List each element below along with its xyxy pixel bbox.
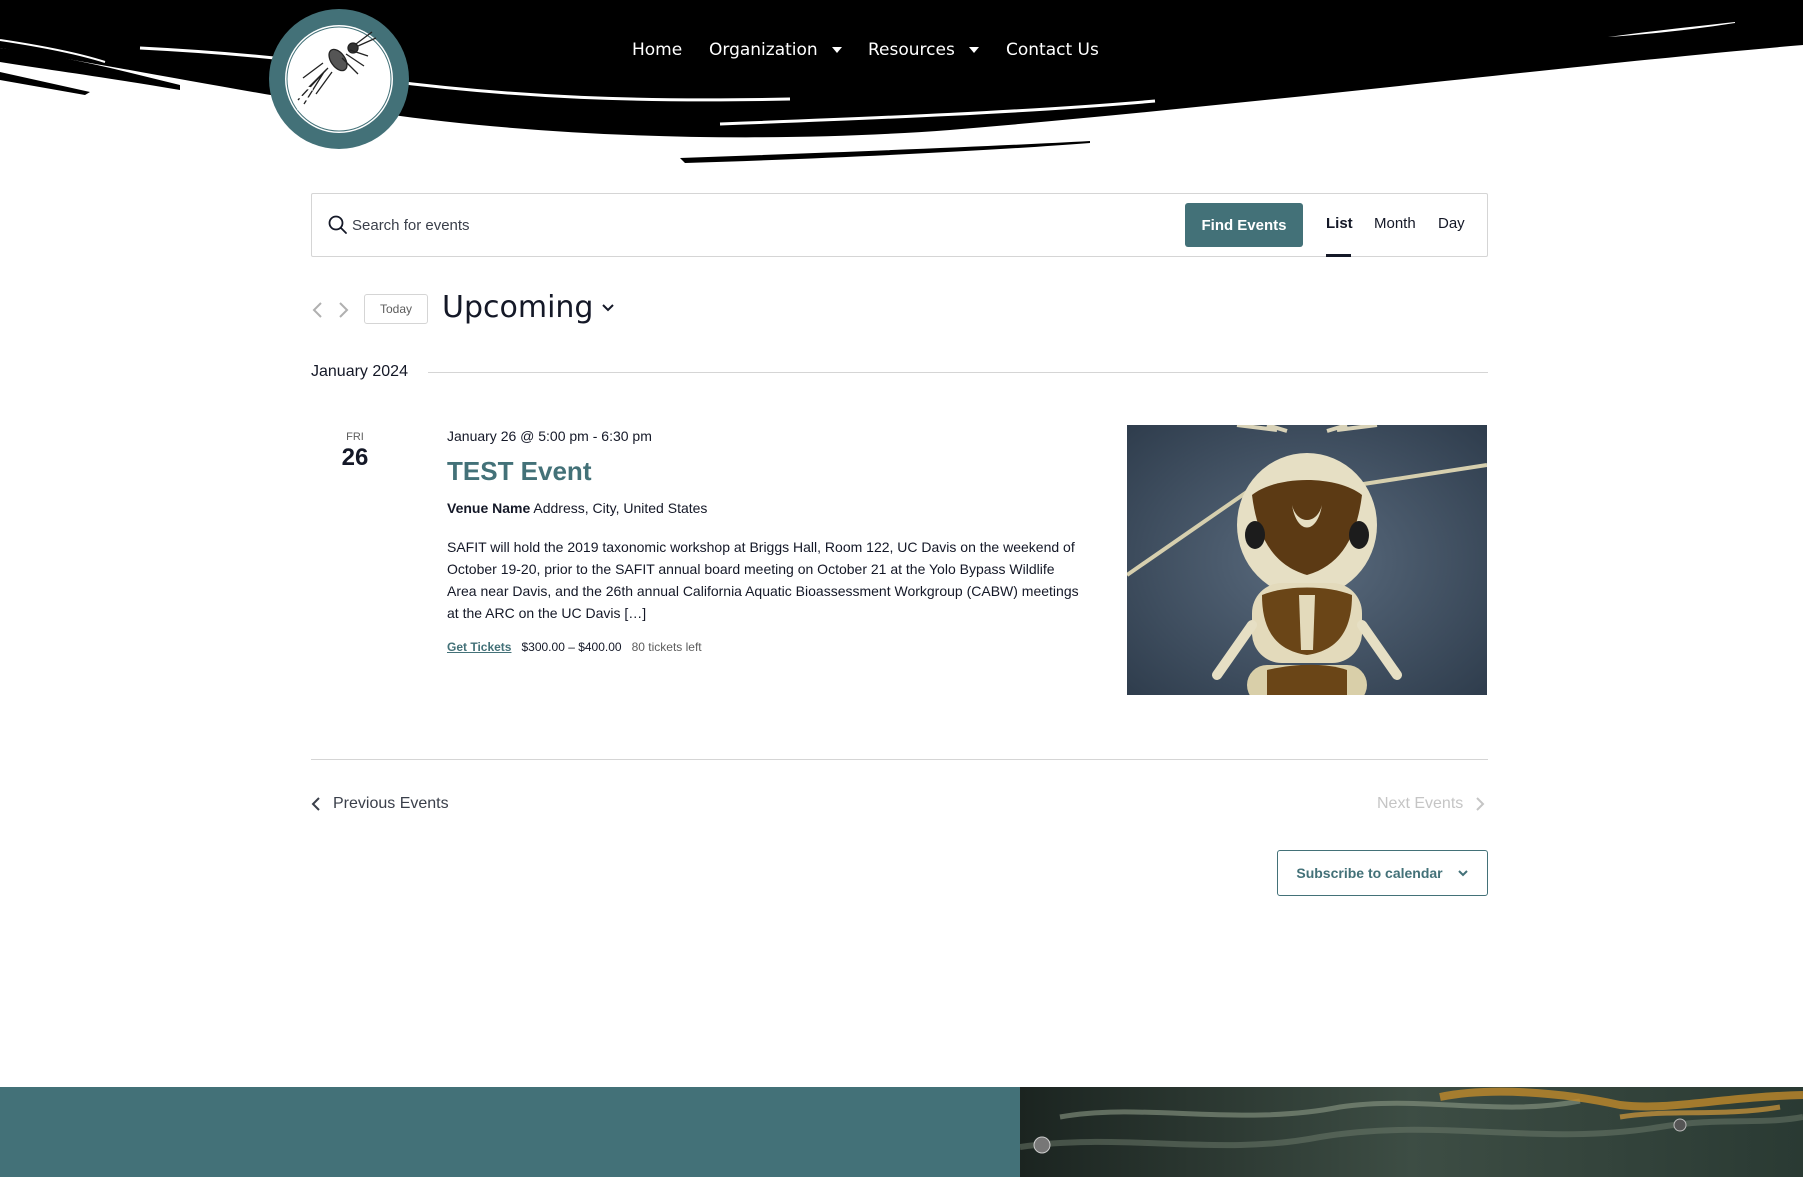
nav-organization-label: Organization	[709, 40, 818, 60]
date-range-label: Upcoming	[442, 290, 594, 325]
get-tickets-link[interactable]: Get Tickets	[447, 640, 511, 654]
previous-events-label: Previous Events	[333, 795, 449, 812]
event-title-link[interactable]: TEST Event	[447, 456, 591, 487]
search-input[interactable]	[352, 208, 1042, 242]
active-view-indicator	[1326, 254, 1351, 257]
events-search-bar: Find Events List Month Day	[311, 193, 1488, 257]
chevron-right-icon	[1476, 797, 1485, 811]
event-day-number: 26	[341, 444, 369, 471]
view-tab-day[interactable]: Day	[1438, 215, 1465, 232]
today-button[interactable]: Today	[364, 294, 428, 324]
event-venue: Venue Name Address, City, United States	[447, 500, 707, 516]
event-featured-image[interactable]	[1127, 425, 1487, 695]
month-separator-line	[428, 372, 1488, 373]
chevron-down-icon	[1457, 870, 1468, 877]
chevron-left-icon	[311, 797, 320, 811]
water-photo	[1020, 1087, 1803, 1177]
find-events-button[interactable]: Find Events	[1185, 203, 1303, 247]
footer-teal-panel	[0, 1087, 1020, 1177]
nav-home-label: Home	[632, 40, 683, 60]
subscribe-label: Subscribe to calendar	[1296, 865, 1443, 881]
view-tab-month[interactable]: Month	[1374, 215, 1416, 232]
event-cost: Get Tickets $300.00 – $400.00 80 tickets…	[447, 640, 702, 654]
tickets-left: 80 tickets left	[631, 640, 702, 654]
date-range-selector[interactable]: Upcoming	[442, 290, 615, 325]
nav-organization[interactable]: Organization	[709, 40, 842, 60]
search-icon	[328, 215, 347, 234]
event-day-of-week: FRI	[346, 431, 364, 443]
event-venue-address: Address, City, United States	[533, 500, 708, 516]
site-header: SAFIT Home Organization Resources Contac…	[0, 0, 1803, 170]
event-venue-name: Venue Name	[447, 500, 531, 516]
caret-down-icon	[831, 47, 842, 53]
nav-resources-label: Resources	[868, 40, 955, 60]
chevron-down-icon	[602, 303, 615, 311]
nav-contact-us-label: Contact Us	[1006, 40, 1099, 60]
next-events-label: Next Events	[1377, 795, 1464, 812]
footer-water-image	[1020, 1087, 1803, 1177]
logo-emblem	[269, 9, 409, 149]
nav-contact-us[interactable]: Contact Us	[1006, 40, 1099, 60]
prev-arrow-icon[interactable]	[311, 300, 325, 320]
nav-home[interactable]: Home	[632, 40, 682, 60]
insect-photo	[1127, 425, 1487, 695]
month-separator-label: January 2024	[311, 363, 408, 380]
next-arrow-icon[interactable]	[336, 300, 350, 320]
event-datetime: January 26 @ 5:00 pm - 6:30 pm	[447, 428, 652, 444]
event-description: SAFIT will hold the 2019 taxonomic works…	[447, 539, 1079, 621]
caret-down-icon	[968, 47, 979, 53]
events-footer-divider	[311, 759, 1488, 760]
previous-events-link[interactable]: Previous Events	[311, 795, 449, 813]
logo-text: SAFIT	[294, 80, 384, 119]
nav-resources[interactable]: Resources	[868, 40, 979, 60]
subscribe-calendar-button[interactable]: Subscribe to calendar	[1277, 850, 1488, 896]
next-events-link[interactable]: Next Events	[1377, 795, 1485, 813]
event-price: $300.00 – $400.00	[521, 640, 622, 654]
main-nav: Home Organization Resources Contact Us	[0, 40, 1803, 64]
safit-logo[interactable]: SAFIT	[268, 8, 410, 150]
view-tab-list[interactable]: List	[1326, 215, 1353, 232]
